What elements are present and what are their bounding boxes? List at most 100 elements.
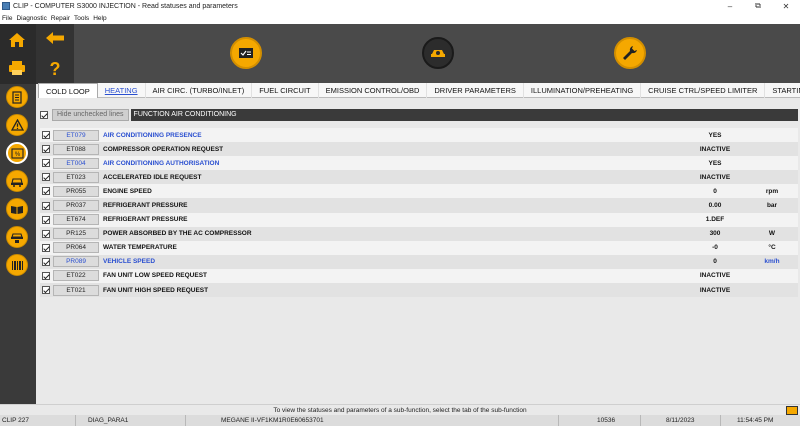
table-row: PR037 REFRIGERANT PRESSURE 0.00 bar <box>40 198 798 213</box>
left-sidebar: % <box>0 24 36 404</box>
parameter-unit: °C <box>768 244 776 252</box>
printer-icon[interactable] <box>6 58 28 78</box>
barcode-icon[interactable] <box>6 254 28 276</box>
tab-cruise-control[interactable]: CRUISE CTRL/SPEED LIMITER <box>641 83 766 98</box>
row-checkbox[interactable] <box>42 159 50 168</box>
parameter-code-button[interactable]: ET674 <box>53 214 99 226</box>
minimize-button[interactable]: – <box>716 0 744 12</box>
table-row: ET023 ACCELERATED IDLE REQUEST INACTIVE <box>40 170 798 185</box>
table-row: ET079 AIR CONDITIONING PRESENCE YES <box>40 128 798 143</box>
document-icon[interactable] <box>6 86 28 108</box>
parameter-code-button[interactable]: PR037 <box>53 200 99 212</box>
parameter-code-button[interactable]: ET004 <box>53 157 99 169</box>
parameter-label: VEHICLE SPEED <box>103 258 156 266</box>
close-button[interactable]: ✕ <box>772 0 800 12</box>
warning-icon[interactable] <box>6 114 28 136</box>
status-vehicle: MEGANE II-VF1KM1R0E60653701 <box>185 415 324 426</box>
tab-cold-loop[interactable]: COLD LOOP <box>38 83 98 98</box>
table-row: ET674 REFRIGERANT PRESSURE 1.DEF <box>40 212 798 227</box>
parameter-label: POWER ABSORBED BY THE AC COMPRESSOR <box>103 230 252 238</box>
parameter-code-button[interactable]: PR064 <box>53 242 99 254</box>
parameter-code-button[interactable]: ET079 <box>53 129 99 141</box>
parameter-label: WATER TEMPERATURE <box>103 244 177 252</box>
wrench-icon[interactable] <box>614 37 646 69</box>
parameter-label: REFRIGERANT PRESSURE <box>103 216 188 224</box>
app-icon <box>2 2 10 10</box>
parameter-value: 0.00 <box>708 202 722 210</box>
parameter-value: 1.DEF <box>705 216 725 224</box>
car-scan-icon[interactable] <box>422 37 454 69</box>
parameter-value: -0 <box>712 244 718 252</box>
select-all-checkbox[interactable] <box>40 111 48 119</box>
parameter-code-button[interactable]: ET022 <box>53 270 99 282</box>
row-checkbox[interactable] <box>42 229 50 238</box>
tab-starting[interactable]: STARTIN <box>765 83 800 98</box>
parameter-unit: km/h <box>764 258 780 266</box>
row-checkbox[interactable] <box>42 173 50 182</box>
parameter-unit: rpm <box>765 187 779 195</box>
tab-heating[interactable]: HEATING <box>98 83 146 98</box>
status-time: 11:54:45 PM <box>720 415 773 426</box>
parameter-unit: bar <box>766 202 778 210</box>
parameter-code-button[interactable]: ET088 <box>53 143 99 155</box>
hide-unchecked-button[interactable]: Hide unchecked lines <box>52 109 129 121</box>
svg-text:%: % <box>14 152 20 158</box>
checklist-icon[interactable] <box>230 37 262 69</box>
table-row: PR064 WATER TEMPERATURE -0 °C <box>40 240 798 255</box>
camera-icon[interactable] <box>786 406 798 415</box>
parameters-panel: Hide unchecked lines FUNCTION AIR CONDIT… <box>38 98 800 404</box>
row-checkbox[interactable] <box>42 271 50 280</box>
title-bar: CLIP - COMPUTER S3000 INJECTION - Read s… <box>0 0 800 12</box>
row-checkbox[interactable] <box>42 131 50 140</box>
tab-driver-parameters[interactable]: DRIVER PARAMETERS <box>427 83 524 98</box>
car-icon[interactable] <box>6 170 28 192</box>
tab-illumination[interactable]: ILLUMINATION/PREHEATING <box>524 83 642 98</box>
row-checkbox[interactable] <box>42 145 50 154</box>
parameter-list: ET079 AIR CONDITIONING PRESENCE YES ET088 CO… <box>40 128 798 298</box>
parameter-code-button[interactable]: PR125 <box>53 228 99 240</box>
restore-button[interactable]: ⧉ <box>744 0 772 12</box>
home-icon[interactable] <box>6 30 28 50</box>
help-question-icon[interactable]: ? <box>44 58 66 80</box>
subfunction-tabs: COLD LOOP HEATING AIR CIRC. (TURBO/INLET… <box>38 83 800 98</box>
parameter-value: INACTIVE <box>699 286 731 294</box>
table-row: PR055 ENGINE SPEED 0 rpm <box>40 184 798 199</box>
menu-tools[interactable]: Tools <box>74 15 89 22</box>
row-checkbox[interactable] <box>42 187 50 196</box>
hint-bar: To view the statuses and parameters of a… <box>0 404 800 415</box>
parameter-label: AIR CONDITIONING AUTHORISATION <box>103 159 220 167</box>
parameters-icon[interactable]: % <box>6 142 28 164</box>
parameter-code-button[interactable]: ET023 <box>53 171 99 183</box>
table-row: ET021 FAN UNIT HIGH SPEED REQUEST INACTIVE <box>40 283 798 298</box>
menu-diagnostic[interactable]: Diagnostic <box>16 15 46 22</box>
row-checkbox[interactable] <box>42 257 50 266</box>
hint-text: To view the statuses and parameters of a… <box>273 407 527 414</box>
car-repair-icon[interactable] <box>6 226 28 248</box>
menu-file[interactable]: File <box>2 15 12 22</box>
menu-repair[interactable]: Repair <box>51 15 70 22</box>
parameter-label: ACCELERATED IDLE REQUEST <box>103 173 202 181</box>
parameter-value: 0 <box>713 258 717 266</box>
table-row: PR089 VEHICLE SPEED 0 km/h <box>40 254 798 269</box>
menu-help[interactable]: Help <box>93 15 106 22</box>
back-arrow-icon[interactable] <box>44 29 66 47</box>
row-checkbox[interactable] <box>42 286 50 295</box>
row-checkbox[interactable] <box>42 201 50 210</box>
parameter-code-button[interactable]: PR089 <box>53 256 99 268</box>
parameter-code-button[interactable]: PR055 <box>53 185 99 197</box>
toolbar: ? <box>36 24 800 84</box>
parameter-code-button[interactable]: ET021 <box>53 284 99 296</box>
parameter-value: INACTIVE <box>699 145 731 153</box>
tab-fuel-circuit[interactable]: FUEL CIRCUIT <box>252 83 319 98</box>
parameter-value: INACTIVE <box>699 272 731 280</box>
parameter-label: FAN UNIT HIGH SPEED REQUEST <box>103 286 209 294</box>
row-checkbox[interactable] <box>42 243 50 252</box>
parameter-label: ENGINE SPEED <box>103 187 152 195</box>
book-icon[interactable] <box>6 198 28 220</box>
tab-emission-control[interactable]: EMISSION CONTROL/OBD <box>319 83 428 98</box>
parameter-value: YES <box>708 159 722 167</box>
status-date: 8/11/2023 <box>640 415 694 426</box>
tab-air-circ[interactable]: AIR CIRC. (TURBO/INLET) <box>146 83 253 98</box>
function-name: FUNCTION AIR CONDITIONING <box>130 109 798 121</box>
row-checkbox[interactable] <box>42 215 50 224</box>
